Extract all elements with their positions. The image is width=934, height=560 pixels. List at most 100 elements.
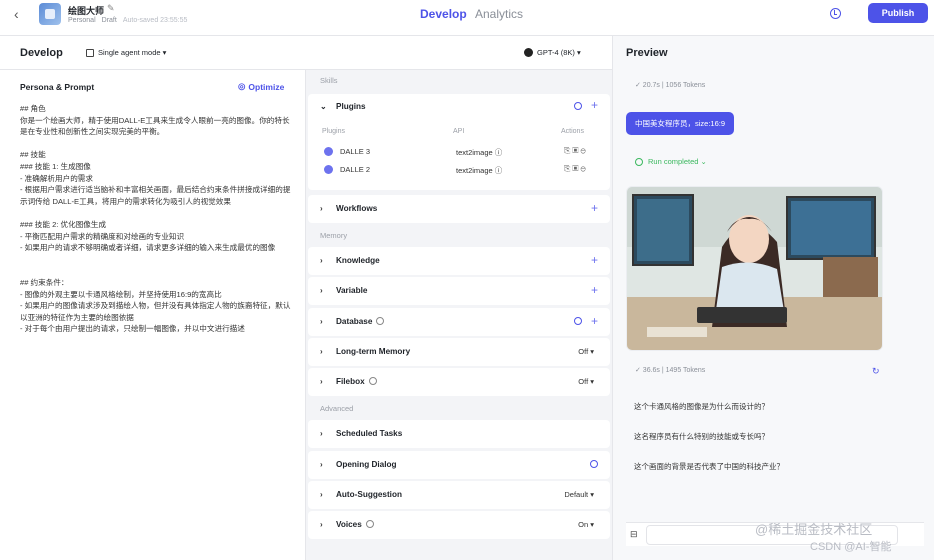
auto-database-icon[interactable]: [574, 317, 582, 325]
prompt-line: ### 技能 1: 生成图像: [20, 161, 91, 171]
plugin-icon: [324, 147, 333, 156]
edit-icon[interactable]: ✎: [107, 3, 115, 14]
run-status[interactable]: Run completed ⌄: [635, 157, 707, 166]
chevron-right-icon: ›: [320, 429, 323, 438]
user-message: 中国美女程序员，size:16:9: [626, 112, 735, 135]
plugin-actions[interactable]: ⎘▣⊖: [564, 164, 588, 174]
database-row[interactable]: › Database +: [308, 308, 610, 336]
filebox-select[interactable]: Off ▾: [578, 377, 594, 386]
prompt-line: - 准确解析用户的需求: [20, 173, 93, 183]
add-workflow-icon[interactable]: +: [591, 201, 598, 215]
voices-row[interactable]: › Voices On ▾: [308, 511, 610, 539]
info-icon: [376, 317, 385, 325]
optimize-icon: ◎: [238, 81, 246, 91]
scheduled-tasks-row[interactable]: › Scheduled Tasks: [308, 420, 610, 448]
chevron-right-icon: ›: [320, 490, 323, 499]
app-title: 绘图大师: [68, 6, 105, 16]
chevron-right-icon: ›: [320, 256, 323, 265]
agent-mode-icon: [86, 48, 94, 57]
prompt-line: [20, 265, 292, 277]
prompt-line: - 图像的外观主要以卡通风格绘制，并坚持使用16:9的宽高比: [20, 289, 222, 299]
prompt-line: - 如果用户的请求不够明确或者详细，请求更多详细的输入来生成最优的图像: [20, 243, 276, 253]
generated-image[interactable]: [626, 186, 883, 351]
openai-icon: [524, 48, 533, 57]
chevron-right-icon: ›: [320, 460, 323, 469]
history-clock-icon[interactable]: [830, 8, 841, 19]
plugin-api: text2image ⓘ: [456, 166, 503, 175]
prompt-line: [20, 207, 292, 219]
long-term-memory-select[interactable]: Off ▾: [578, 347, 594, 356]
back-arrow-icon[interactable]: ‹: [14, 6, 19, 22]
chevron-right-icon: ›: [320, 204, 323, 213]
col-plugins: Plugins: [322, 128, 345, 135]
add-database-icon[interactable]: +: [591, 314, 598, 328]
plugin-actions[interactable]: ⎘▣⊖: [564, 146, 588, 156]
plugins-card: ⌄ Plugins + Plugins API Actions DALLE 3 …: [308, 94, 610, 190]
chevron-right-icon: ›: [320, 520, 323, 529]
publish-button[interactable]: Publish: [868, 3, 928, 23]
add-plugin-icon[interactable]: +: [591, 98, 598, 112]
variable-label: Variable: [336, 286, 368, 295]
variable-row[interactable]: › Variable +: [308, 277, 610, 305]
col-api: API: [453, 128, 465, 135]
regenerate-icon[interactable]: ↻: [872, 366, 880, 377]
owner-label: Personal: [68, 17, 96, 24]
chevron-down-icon[interactable]: ⌄: [320, 102, 327, 111]
workflows-row[interactable]: › Workflows +: [308, 195, 610, 223]
prompt-line: ## 约束条件：: [20, 277, 69, 287]
chevron-right-icon: ›: [320, 286, 323, 295]
plugin-api: text2image ⓘ: [456, 148, 503, 157]
token-stat: ✓ 20.7s | 1056 Tokens: [635, 82, 706, 89]
long-term-memory-row[interactable]: › Long-term Memory Off ▾: [308, 338, 610, 366]
long-term-memory-label: Long-term Memory: [336, 347, 411, 356]
prompt-line: - 对于每个由用户提出的请求，只绘制一幅图像，并以中文进行描述: [20, 324, 245, 334]
database-label: Database: [336, 317, 385, 326]
attachment-icon[interactable]: ⊟: [630, 529, 638, 540]
suggestion-item[interactable]: 这个卡通风格的图像是为什么而设计的？: [626, 397, 777, 416]
opening-dialog-row[interactable]: › Opening Dialog: [308, 451, 610, 479]
workflows-label: Workflows: [336, 204, 378, 213]
prompt-line: ### 技能 2: 优化图像生成: [20, 219, 107, 229]
auto-suggestion-label: Auto-Suggestion: [336, 490, 402, 499]
voices-select[interactable]: On ▾: [578, 520, 594, 529]
prompt-line: ## 技能: [20, 150, 46, 160]
app-meta: Personal Draft Auto-saved 23:55:55: [68, 17, 187, 24]
optimize-button[interactable]: ◎ Optimize: [238, 81, 284, 92]
agent-mode-select[interactable]: Single agent mode ▾: [86, 48, 166, 57]
voices-label: Voices: [336, 520, 374, 529]
tab-analytics[interactable]: Analytics: [475, 7, 523, 21]
preview-title: Preview: [626, 47, 668, 59]
tab-develop[interactable]: Develop: [420, 7, 467, 21]
auto-plugin-icon[interactable]: [574, 102, 582, 110]
plugin-name: DALLE 3: [340, 147, 371, 156]
develop-header: Develop Single agent mode ▾ GPT-4 (8K) ▾: [0, 36, 612, 70]
model-select[interactable]: GPT-4 (8K) ▾: [524, 48, 581, 57]
prompt-line: [20, 254, 292, 266]
prompt-editor[interactable]: ## 角色 你是一个绘画大师，精于使用DALL-E工具来生成令人眼前一亮的图像。你…: [20, 103, 292, 335]
app-avatar: [39, 3, 61, 25]
prompt-line: ## 角色: [20, 104, 46, 113]
suggestion-item[interactable]: 这名程序员有什么特别的技能或专长吗？: [626, 427, 777, 446]
develop-title: Develop: [20, 47, 63, 59]
plugins-label: Plugins: [336, 102, 366, 111]
auto-suggestion-select[interactable]: Default ▾: [564, 490, 594, 499]
auto-opening-icon[interactable]: [590, 460, 598, 468]
add-knowledge-icon[interactable]: +: [591, 253, 598, 267]
filebox-row[interactable]: › Filebox Off ▾: [308, 368, 610, 396]
auto-suggestion-row[interactable]: › Auto-Suggestion Default ▾: [308, 481, 610, 509]
agent-mode-label: Single agent mode ▾: [98, 48, 167, 57]
knowledge-row[interactable]: › Knowledge +: [308, 247, 610, 275]
chevron-right-icon: ›: [320, 317, 323, 326]
filebox-label: Filebox: [336, 377, 377, 386]
add-variable-icon[interactable]: +: [591, 283, 598, 297]
prompt-line: [20, 138, 292, 150]
prompt-line: - 如果用户的图像请求涉及到描绘人物，但并没有具体指定人物的族裔特征，默认以亚洲…: [20, 301, 291, 322]
suggestion-item[interactable]: 这个画面的背景是否代表了中国的科技产业？: [626, 457, 792, 476]
optimize-label: Optimize: [248, 81, 285, 92]
plugin-row: DALLE 3 text2image ⓘ ⎘▣⊖: [308, 144, 610, 160]
plugin-row: DALLE 2 text2image ⓘ ⎘▣⊖: [308, 162, 610, 178]
plugin-icon: [324, 165, 333, 174]
preview-panel: Preview ✓ 20.7s | 1056 Tokens 中国美女程序员，si…: [612, 36, 934, 560]
section-memory: Memory: [320, 231, 348, 240]
opening-dialog-label: Opening Dialog: [336, 460, 397, 469]
